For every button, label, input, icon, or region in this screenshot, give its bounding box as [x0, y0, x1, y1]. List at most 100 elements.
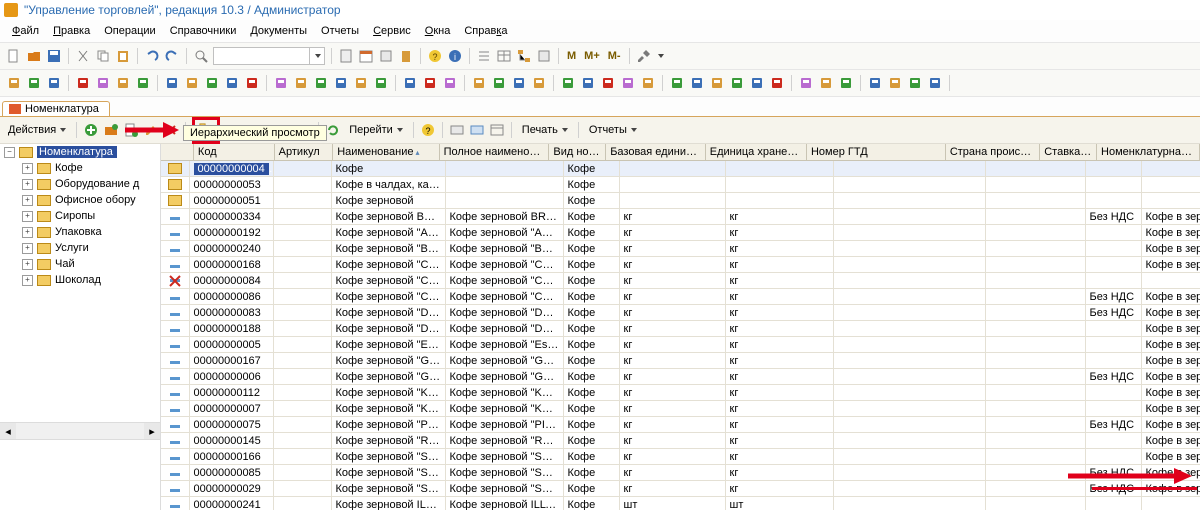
col-gtd[interactable]: Номер ГТД: [807, 144, 946, 160]
help-icon[interactable]: ?: [427, 48, 443, 64]
toolbar2-icon[interactable]: [184, 75, 200, 91]
search-field[interactable]: [213, 47, 325, 65]
toolbar2-icon[interactable]: [422, 75, 438, 91]
menu-reports[interactable]: Отчеты: [315, 24, 365, 38]
menu-operations[interactable]: Операции: [98, 24, 161, 38]
toolbar2-icon[interactable]: [26, 75, 42, 91]
toolbar2-icon[interactable]: [293, 75, 309, 91]
table-row[interactable]: 00000000029Кофе зерновой "SPECI…Кофе зер…: [161, 481, 1200, 497]
col-baseunit[interactable]: Базовая единица из…: [606, 144, 706, 160]
table-row[interactable]: 00000000051Кофе зерновойКофе: [161, 193, 1200, 209]
toolbar2-icon[interactable]: [224, 75, 240, 91]
toolbar2-icon[interactable]: [620, 75, 636, 91]
toolbar2-icon[interactable]: [6, 75, 22, 91]
table-row[interactable]: 00000000004КофеКофе: [161, 161, 1200, 177]
toolbar2-icon[interactable]: [818, 75, 834, 91]
refresh-icon[interactable]: [325, 122, 341, 138]
toolbar2-icon[interactable]: [491, 75, 507, 91]
tab-nomenclature[interactable]: Номенклатура: [2, 101, 110, 116]
actions-button[interactable]: Действия: [4, 123, 70, 137]
chevron-down-icon[interactable]: [658, 54, 664, 58]
cfg-icon[interactable]: [536, 48, 552, 64]
info-icon[interactable]: i: [447, 48, 463, 64]
table-row[interactable]: 00000000086Кофе зерновой "COST…Кофе зерн…: [161, 289, 1200, 305]
col-group[interactable]: Номенклатурная группа: [1097, 144, 1200, 160]
menu-edit[interactable]: Правка: [47, 24, 96, 38]
toolbar2-icon[interactable]: [729, 75, 745, 91]
toolbar2-icon[interactable]: [333, 75, 349, 91]
col-articul[interactable]: Артикул: [275, 144, 334, 160]
toolbar2-icon[interactable]: [442, 75, 458, 91]
table-row[interactable]: 00000000334Кофе зерновой BRAZI…Кофе зерн…: [161, 209, 1200, 225]
calc-icon[interactable]: [338, 48, 354, 64]
col-name[interactable]: Наименование▴: [333, 144, 439, 160]
toolbar2-icon[interactable]: [273, 75, 289, 91]
calendar-icon[interactable]: [358, 48, 374, 64]
help2-icon[interactable]: ?: [420, 122, 436, 138]
expand-icon[interactable]: +: [22, 179, 33, 190]
table-row[interactable]: 00000000075Кофе зерновой "PIACE…Кофе зер…: [161, 417, 1200, 433]
toolbar2-icon[interactable]: [640, 75, 656, 91]
tree-child[interactable]: +Шоколад: [0, 272, 160, 288]
toolbar2-icon[interactable]: [907, 75, 923, 91]
copy-icon[interactable]: [95, 48, 111, 64]
paste-icon[interactable]: [115, 48, 131, 64]
collapse-icon[interactable]: −: [4, 147, 15, 158]
toolbar2-icon[interactable]: [95, 75, 111, 91]
tree-scrollbar-h[interactable]: ◂ ▸: [0, 422, 160, 439]
add-folder-icon[interactable]: [103, 122, 119, 138]
table-row[interactable]: 00000000167Кофе зерновой "GRAN …Кофе зер…: [161, 353, 1200, 369]
toolbar2-icon[interactable]: [313, 75, 329, 91]
scroll-left-icon[interactable]: ◂: [0, 423, 16, 439]
toolbar2-icon[interactable]: [580, 75, 596, 91]
new-icon[interactable]: [6, 48, 22, 64]
tree-icon[interactable]: [516, 48, 532, 64]
toolbar2-icon[interactable]: [75, 75, 91, 91]
toolbar2-icon[interactable]: [373, 75, 389, 91]
expand-icon[interactable]: +: [22, 243, 33, 254]
settings2-icon[interactable]: [469, 122, 485, 138]
toolbar2-icon[interactable]: [511, 75, 527, 91]
table-row[interactable]: 00000000007Кофе зерновой "Kenya …Кофе зе…: [161, 401, 1200, 417]
toolbar2-icon[interactable]: [669, 75, 685, 91]
table-row[interactable]: 00000000053Кофе в чалдах, капсулахКофе: [161, 177, 1200, 193]
undo-icon[interactable]: [144, 48, 160, 64]
menu-service[interactable]: Сервис: [367, 24, 417, 38]
table-row[interactable]: 00000000112Кофе зерновой "Kenya …Кофе зе…: [161, 385, 1200, 401]
toolbar2-icon[interactable]: [749, 75, 765, 91]
expand-icon[interactable]: +: [22, 275, 33, 286]
toolbar2-icon[interactable]: [135, 75, 151, 91]
expand-icon[interactable]: +: [22, 259, 33, 270]
expand-icon[interactable]: +: [22, 163, 33, 174]
delete-icon[interactable]: [163, 122, 179, 138]
m-minus-label[interactable]: М-: [606, 50, 623, 62]
table-row[interactable]: 00000000166Кофе зерновой "SAN P…Кофе зер…: [161, 449, 1200, 465]
toolbar2-icon[interactable]: [46, 75, 62, 91]
tree-child[interactable]: +Кофе: [0, 160, 160, 176]
toolbar2-icon[interactable]: [531, 75, 547, 91]
settings1-icon[interactable]: [449, 122, 465, 138]
table-row[interactable]: 00000000240Кофе зерновой "BUON …Кофе зер…: [161, 241, 1200, 257]
toolbar2-icon[interactable]: [560, 75, 576, 91]
list-icon[interactable]: [476, 48, 492, 64]
tree-child[interactable]: +Сиропы: [0, 208, 160, 224]
table-row[interactable]: 00000000005Кофе зерновой "Espres…Кофе зе…: [161, 337, 1200, 353]
toolbar2-icon[interactable]: [769, 75, 785, 91]
col-storeunit[interactable]: Единица хранения ос…: [706, 144, 807, 160]
menu-documents[interactable]: Документы: [244, 24, 313, 38]
table-icon[interactable]: [496, 48, 512, 64]
redo-icon[interactable]: [164, 48, 180, 64]
toolbar2-icon[interactable]: [353, 75, 369, 91]
col-vid[interactable]: Вид номенкл…: [549, 144, 606, 160]
props-icon[interactable]: [378, 48, 394, 64]
menu-windows[interactable]: Окна: [419, 24, 457, 38]
table-row[interactable]: 00000000084Кофе зерновой "CLASS…Кофе зер…: [161, 273, 1200, 289]
print-button[interactable]: Печать: [518, 123, 572, 137]
toolbar2-icon[interactable]: [600, 75, 616, 91]
tree-root[interactable]: − Номенклатура: [0, 144, 160, 160]
clipboard-icon[interactable]: [398, 48, 414, 64]
toolbar2-icon[interactable]: [244, 75, 260, 91]
edit-icon[interactable]: [143, 122, 159, 138]
toolbar2-icon[interactable]: [867, 75, 883, 91]
expand-icon[interactable]: +: [22, 211, 33, 222]
